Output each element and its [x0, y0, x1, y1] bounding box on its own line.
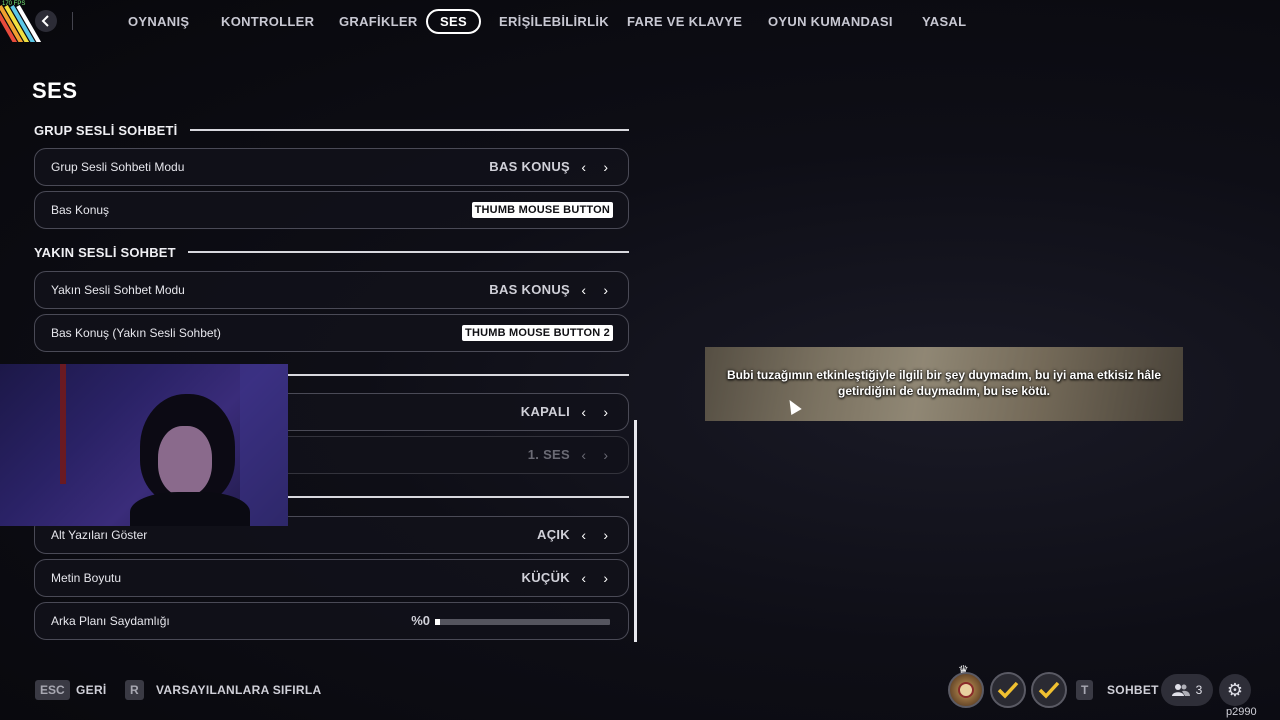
- top-navigation-bar: 170 FPS OYNANIŞ KONTROLLER GRAFİKLER SES…: [0, 0, 1280, 42]
- reset-defaults-button[interactable]: VARSAYILANLARA SIFIRLA: [156, 680, 322, 700]
- setting-value: AÇIK: [537, 527, 570, 542]
- chevron-right-icon: ›: [603, 447, 608, 463]
- chevron-left-icon[interactable]: ‹: [581, 517, 586, 553]
- setting-row-text-size[interactable]: Metin Boyutu KÜÇÜK ‹ ›: [34, 559, 629, 597]
- player-avatar-badge[interactable]: [948, 672, 984, 708]
- friends-icon: [1171, 684, 1190, 696]
- setting-value: 1. SES: [527, 447, 570, 462]
- r-key-hint: R: [125, 680, 144, 700]
- t-key-hint: T: [1076, 680, 1094, 700]
- setting-label: Bas Konuş (Yakın Sesli Sohbet): [51, 326, 221, 340]
- avatar-emblem-icon: [958, 682, 974, 698]
- keybind-badge[interactable]: THUMB MOUSE BUTTON: [471, 202, 613, 218]
- setting-row-group-push-to-talk[interactable]: Bas Konuş THUMB MOUSE BUTTON: [34, 191, 629, 229]
- nav-divider: [72, 12, 73, 30]
- tab-legal[interactable]: YASAL: [922, 9, 966, 34]
- subtitle-preview-text: Bubi tuzağımın etkinleştiğiyle ilgili bi…: [726, 368, 1162, 398]
- setting-label: Arka Planı Saydamlığı: [51, 614, 170, 628]
- chevron-right-icon[interactable]: ›: [603, 394, 608, 430]
- tab-mouse-keyboard[interactable]: FARE VE KLAVYE: [627, 9, 742, 34]
- setting-value: KÜÇÜK: [521, 570, 570, 585]
- chevron-left-icon[interactable]: ‹: [581, 149, 586, 185]
- chevron-left-icon[interactable]: ‹: [581, 272, 586, 308]
- section-title: GRUP SESLİ SOHBETİ: [34, 122, 178, 138]
- opacity-slider[interactable]: [435, 619, 610, 625]
- checkmark-badge-icon[interactable]: [990, 672, 1026, 708]
- friends-count: 3: [1195, 683, 1203, 697]
- setting-row-proximity-push-to-talk[interactable]: Bas Konuş (Yakın Sesli Sohbet) THUMB MOU…: [34, 314, 629, 352]
- slider-value: %0: [411, 613, 430, 628]
- tab-audio[interactable]: SES: [426, 9, 481, 34]
- chevron-left-icon[interactable]: ‹: [581, 394, 586, 430]
- keybind-badge[interactable]: THUMB MOUSE BUTTON 2: [462, 325, 613, 341]
- section-divider: [189, 129, 629, 131]
- esc-key-hint: ESC: [35, 680, 70, 700]
- settings-scrollbar[interactable]: [634, 420, 637, 642]
- setting-value: BAS KONUŞ: [489, 159, 570, 174]
- chevron-right-icon[interactable]: ›: [603, 517, 608, 553]
- tab-accessibility[interactable]: ERİŞİLEBİLİRLİK: [499, 9, 609, 34]
- setting-row-background-opacity[interactable]: Arka Planı Saydamlığı %0: [34, 602, 629, 640]
- setting-label: Bas Konuş: [51, 203, 110, 217]
- tab-gamepad[interactable]: OYUN KUMANDASI: [768, 9, 893, 34]
- section-title: YAKIN SESLİ SOHBET: [34, 244, 176, 260]
- chevron-right-icon[interactable]: ›: [603, 560, 608, 596]
- chevron-right-icon[interactable]: ›: [603, 149, 608, 185]
- webcam-overlay: [0, 364, 288, 526]
- setting-label: Grup Sesli Sohbeti Modu: [51, 160, 185, 174]
- setting-row-group-voice-mode[interactable]: Grup Sesli Sohbeti Modu BAS KONUŞ ‹ ›: [34, 148, 629, 186]
- setting-value: KAPALI: [520, 404, 570, 419]
- setting-value: BAS KONUŞ: [489, 282, 570, 297]
- slider-fill: [435, 619, 441, 625]
- tab-gameplay[interactable]: OYNANIŞ: [128, 9, 189, 34]
- back-button[interactable]: [35, 10, 57, 32]
- tab-graphics[interactable]: GRAFİKLER: [339, 9, 418, 34]
- chevron-left-icon[interactable]: ‹: [581, 560, 586, 596]
- player-id: p2990: [1226, 706, 1257, 718]
- section-header-group-voice: GRUP SESLİ SOHBETİ: [34, 121, 629, 139]
- setting-row-proximity-voice-mode[interactable]: Yakın Sesli Sohbet Modu BAS KONUŞ ‹ ›: [34, 271, 629, 309]
- section-divider: [187, 251, 629, 253]
- setting-label: Yakın Sesli Sohbet Modu: [51, 283, 185, 297]
- friends-button[interactable]: 3: [1161, 674, 1213, 706]
- settings-gear-button[interactable]: ⚙: [1219, 674, 1251, 706]
- setting-label: Metin Boyutu: [51, 571, 122, 585]
- subtitle-preview: Bubi tuzağımın etkinleştiğiyle ilgili bi…: [705, 347, 1183, 421]
- chat-footer-button[interactable]: SOHBET: [1107, 680, 1159, 700]
- checkmark-badge-icon[interactable]: [1031, 672, 1067, 708]
- gear-icon: ⚙: [1226, 679, 1244, 700]
- back-footer-button[interactable]: GERİ: [76, 680, 107, 700]
- chevron-right-icon[interactable]: ›: [603, 272, 608, 308]
- fps-counter: 170 FPS: [2, 1, 26, 7]
- page-title: SES: [32, 78, 78, 103]
- back-chevron-icon: [41, 15, 49, 27]
- section-header-proximity-voice: YAKIN SESLİ SOHBET: [34, 243, 629, 261]
- tab-controls[interactable]: KONTROLLER: [221, 9, 314, 34]
- chevron-left-icon: ‹: [581, 447, 586, 463]
